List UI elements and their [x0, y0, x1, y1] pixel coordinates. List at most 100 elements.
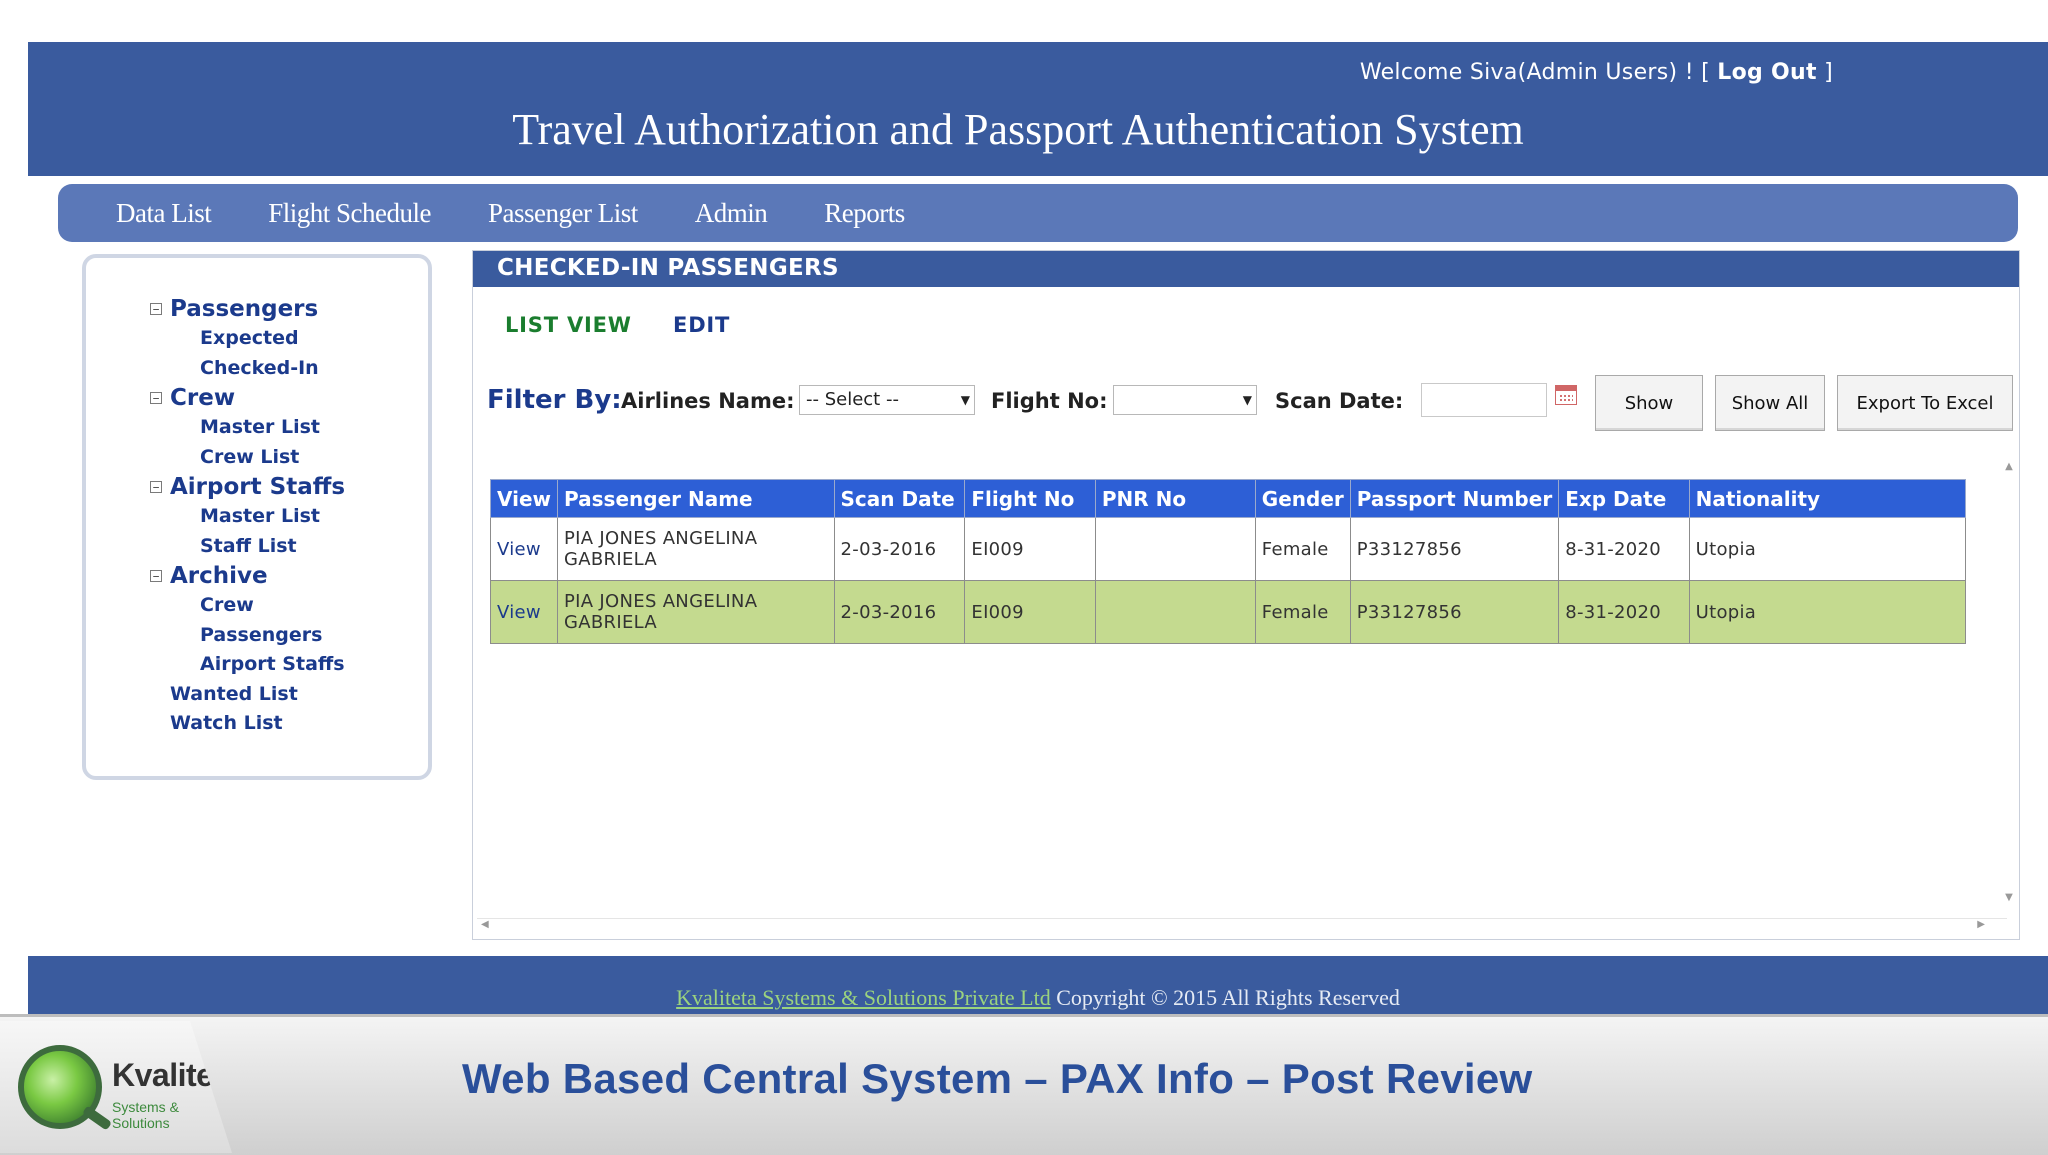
calendar-icon[interactable] — [1555, 385, 1577, 405]
logout-link[interactable]: Log Out — [1717, 60, 1817, 85]
sidebar: − Passengers Expected Checked-In − Crew … — [82, 254, 432, 780]
tree-item-archive-passengers[interactable]: Passengers — [150, 621, 345, 651]
filter-bar: Filter By: Airlines Name: -- Select -- ▼… — [487, 371, 2013, 431]
collapse-icon[interactable]: − — [150, 392, 162, 404]
app-header: Welcome Siva(Admin Users) ! [ Log Out ] … — [28, 42, 2048, 176]
show-all-button[interactable]: Show All — [1715, 375, 1825, 431]
tree-group-passengers[interactable]: − Passengers — [150, 294, 345, 324]
col-flight-no[interactable]: Flight No — [964, 479, 1096, 518]
collapse-icon[interactable]: − — [150, 481, 162, 493]
col-passenger-name[interactable]: Passenger Name — [557, 479, 835, 518]
flight-no-select[interactable]: ▼ — [1113, 385, 1257, 415]
table-header-row: View Passenger Name Scan Date Flight No … — [489, 479, 1967, 518]
welcome-prefix: Welcome Siva(Admin Users) ! [ — [1359, 60, 1718, 85]
tree-item-checked-in[interactable]: Checked-In — [150, 354, 345, 384]
cell-view: View — [489, 580, 559, 644]
tab-list-view[interactable]: LIST VIEW — [505, 313, 632, 337]
tree-item-staff-list[interactable]: Staff List — [150, 532, 345, 562]
main-nav: Data List Flight Schedule Passenger List… — [58, 184, 2018, 242]
tree-group-label[interactable]: Archive — [170, 563, 268, 589]
scroll-up-icon[interactable]: ▲ — [2001, 461, 2017, 472]
cell-gender: Female — [1254, 517, 1351, 581]
scan-date-input[interactable] — [1421, 383, 1547, 417]
cell-exp-date: 8-31-2020 — [1558, 517, 1690, 581]
passenger-table: View Passenger Name Scan Date Flight No … — [489, 479, 1967, 644]
nav-flight-schedule[interactable]: Flight Schedule — [268, 198, 431, 229]
cell-nationality: Utopia — [1688, 517, 1967, 581]
scroll-right-icon[interactable]: ▶ — [1977, 919, 1985, 930]
cell-pnr-no — [1094, 580, 1256, 644]
table-row[interactable]: View PIA JONES ANGELINA GABRIELA 2-03-20… — [489, 580, 1967, 644]
tree-item-archive-airport-staffs[interactable]: Airport Staffs — [150, 650, 345, 680]
cell-passenger-name: PIA JONES ANGELINA GABRIELA — [557, 517, 835, 581]
cell-flight-no: EI009 — [964, 580, 1096, 644]
cell-flight-no: EI009 — [964, 517, 1096, 581]
view-tabs: LIST VIEW EDIT — [505, 313, 730, 337]
tree-item-staff-master-list[interactable]: Master List — [150, 502, 345, 532]
checked-in-panel: CHECKED-IN PASSENGERS LIST VIEW EDIT Fil… — [472, 250, 2020, 940]
airlines-select[interactable]: -- Select -- ▼ — [799, 385, 975, 415]
nav-passenger-list[interactable]: Passenger List — [488, 198, 638, 229]
welcome-suffix: ] — [1816, 60, 1833, 85]
vertical-scrollbar[interactable]: ▲ ▼ — [2001, 461, 2017, 903]
cell-passenger-name: PIA JONES ANGELINA GABRIELA — [557, 580, 835, 644]
col-gender[interactable]: Gender — [1254, 479, 1351, 518]
cell-scan-date: 2-03-2016 — [833, 517, 966, 581]
nav-admin[interactable]: Admin — [695, 198, 768, 229]
sidebar-tree: − Passengers Expected Checked-In − Crew … — [150, 294, 345, 739]
tree-group-archive[interactable]: − Archive — [150, 561, 345, 591]
scroll-down-icon[interactable]: ▼ — [2001, 892, 2017, 903]
tree-item-crew-list[interactable]: Crew List — [150, 443, 345, 473]
chevron-down-icon: ▼ — [1242, 393, 1252, 407]
col-pnr-no[interactable]: PNR No — [1094, 479, 1256, 518]
tab-edit[interactable]: EDIT — [673, 313, 730, 337]
cell-passport-number: P33127856 — [1349, 517, 1560, 581]
tree-group-label[interactable]: Crew — [170, 385, 235, 411]
col-nationality[interactable]: Nationality — [1688, 479, 1967, 518]
tree-group-label[interactable]: Airport Staffs — [170, 474, 345, 500]
filter-by-label: Filter By: — [487, 385, 622, 415]
logo-tagline: Systems & Solutions — [112, 1099, 179, 1131]
show-button[interactable]: Show — [1595, 375, 1703, 431]
table-row[interactable]: View PIA JONES ANGELINA GABRIELA 2-03-20… — [489, 517, 1967, 581]
airlines-label: Airlines Name: — [621, 389, 795, 413]
horizontal-scrollbar[interactable]: ◀ ▶ — [477, 918, 2007, 935]
col-view[interactable]: View — [489, 479, 559, 518]
view-link[interactable]: View — [497, 539, 541, 560]
welcome-text: Welcome Siva(Admin Users) ! [ Log Out ] — [1360, 60, 1833, 85]
slide-banner: Kvaliteta Systems & Solutions Web Based … — [0, 1014, 2048, 1155]
tree-item-watch-list[interactable]: Watch List — [150, 709, 345, 739]
cell-scan-date: 2-03-2016 — [833, 580, 966, 644]
col-scan-date[interactable]: Scan Date — [833, 479, 966, 518]
scan-date-label: Scan Date: — [1275, 389, 1404, 413]
cell-nationality: Utopia — [1688, 580, 1967, 644]
tree-item-archive-crew[interactable]: Crew — [150, 591, 345, 621]
tree-item-crew-master-list[interactable]: Master List — [150, 413, 345, 443]
col-exp-date[interactable]: Exp Date — [1558, 479, 1690, 518]
nav-data-list[interactable]: Data List — [116, 198, 212, 229]
airlines-select-value: -- Select -- — [806, 389, 899, 410]
chevron-down-icon: ▼ — [960, 393, 970, 407]
scroll-left-icon[interactable]: ◀ — [481, 919, 489, 930]
kvaliteta-logo: Kvaliteta Systems & Solutions — [0, 1021, 232, 1153]
logo-name: Kvaliteta — [112, 1057, 241, 1093]
collapse-icon[interactable]: − — [150, 570, 162, 582]
collapse-icon[interactable]: − — [150, 303, 162, 315]
panel-title: CHECKED-IN PASSENGERS — [473, 251, 2019, 287]
page-footer: Kvaliteta Systems & Solutions Private Lt… — [28, 956, 2048, 1016]
cell-view: View — [489, 517, 559, 581]
view-link[interactable]: View — [497, 602, 541, 623]
tree-group-crew[interactable]: − Crew — [150, 383, 345, 413]
copyright-text: Copyright © 2015 All Rights Reserved — [1050, 985, 1400, 1010]
cell-pnr-no — [1094, 517, 1256, 581]
company-link[interactable]: Kvaliteta Systems & Solutions Private Lt… — [676, 985, 1051, 1010]
export-excel-button[interactable]: Export To Excel — [1837, 375, 2013, 431]
tree-group-label[interactable]: Passengers — [170, 296, 318, 322]
tree-item-expected[interactable]: Expected — [150, 324, 345, 354]
tree-group-airport-staffs[interactable]: − Airport Staffs — [150, 472, 345, 502]
col-passport-number[interactable]: Passport Number — [1349, 479, 1560, 518]
flight-no-label: Flight No: — [991, 389, 1108, 413]
cell-gender: Female — [1254, 580, 1351, 644]
nav-reports[interactable]: Reports — [824, 198, 905, 229]
tree-item-wanted-list[interactable]: Wanted List — [150, 680, 345, 710]
